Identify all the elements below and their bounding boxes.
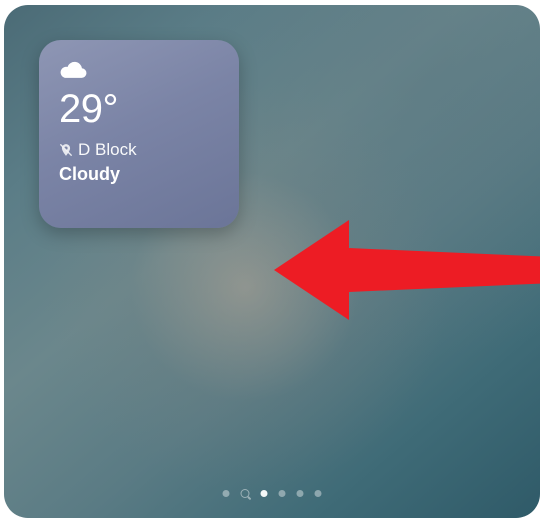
weather-widget[interactable]: 29° D Block Cloudy bbox=[39, 40, 239, 228]
page-dot[interactable] bbox=[315, 490, 322, 497]
page-indicator[interactable] bbox=[223, 489, 322, 498]
location-label: D Block bbox=[78, 140, 137, 160]
cloud-icon bbox=[59, 58, 89, 80]
temperature-value: 29° bbox=[59, 88, 219, 130]
location-row: D Block bbox=[59, 140, 219, 160]
page-dot[interactable] bbox=[223, 490, 230, 497]
page-dot-active[interactable] bbox=[261, 490, 268, 497]
location-off-icon bbox=[59, 143, 73, 157]
home-screen[interactable]: 29° D Block Cloudy bbox=[4, 5, 540, 518]
page-dot[interactable] bbox=[297, 490, 304, 497]
page-dot[interactable] bbox=[279, 490, 286, 497]
search-page-dot[interactable] bbox=[241, 489, 250, 498]
arrow-annotation-icon bbox=[274, 210, 540, 330]
weather-condition: Cloudy bbox=[59, 164, 219, 185]
